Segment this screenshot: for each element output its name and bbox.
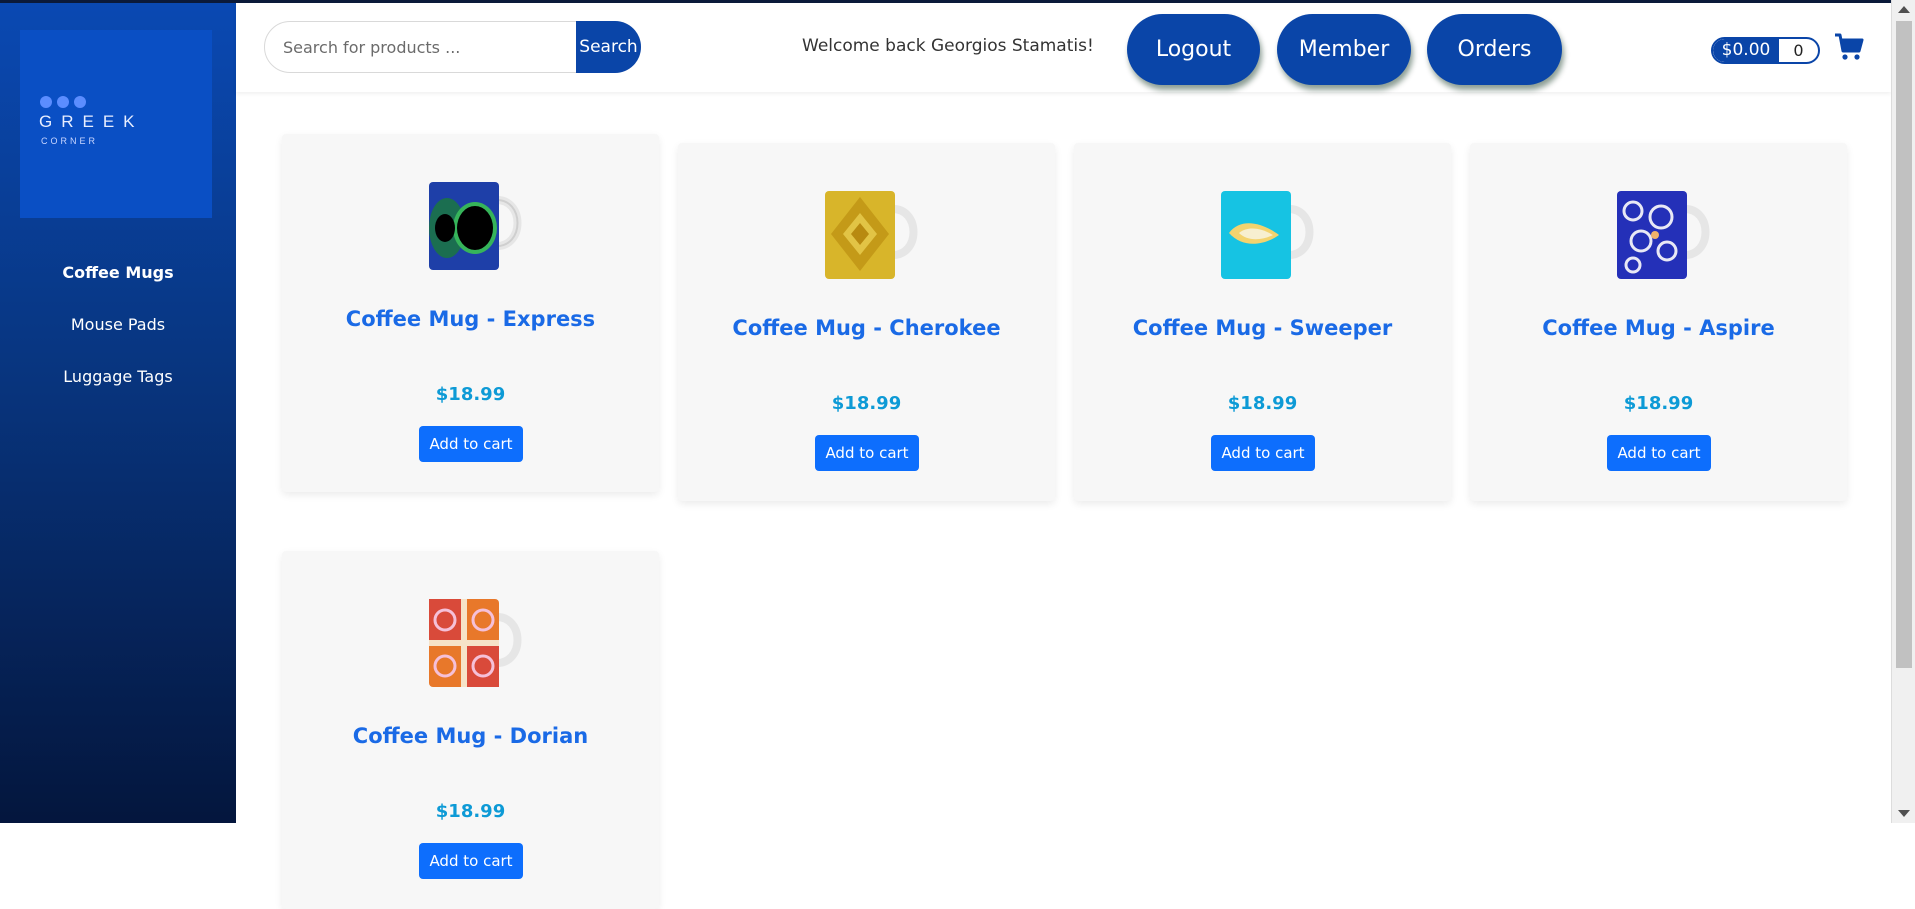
mug-image-sweeper [1221,191,1314,279]
mug-image-express [429,182,522,270]
product-price: $18.99 [435,801,506,822]
vertical-scrollbar[interactable] [1891,0,1915,823]
search-form: Search [264,21,641,73]
sidebar: GREEK CORNER Coffee Mugs Mouse Pads Lugg… [0,0,236,823]
sidebar-item-coffee-mugs[interactable]: Coffee Mugs [0,262,236,314]
mug-image-dorian [429,599,522,687]
top-bar: Search Welcome back Georgios Stamatis! L… [236,0,1891,92]
product-title[interactable]: Coffee Mug - Express [282,307,659,331]
cart-total: $0.00 [1713,39,1779,62]
logout-button[interactable]: Logout [1127,14,1260,85]
logo-subtitle: CORNER [41,136,99,146]
scroll-thumb[interactable] [1896,21,1912,668]
product-card: Coffee Mug - Dorian $18.99 Add to cart [282,551,659,909]
add-to-cart-button[interactable]: Add to cart [815,435,919,471]
mug-image-aspire [1617,191,1710,279]
product-price: $18.99 [1227,393,1298,414]
search-input[interactable] [265,22,577,72]
scroll-up-icon[interactable] [1898,6,1910,13]
search-button[interactable]: Search [576,21,641,73]
product-price: $18.99 [1623,393,1694,414]
product-price: $18.99 [831,393,902,414]
product-title[interactable]: Coffee Mug - Sweeper [1074,316,1451,340]
mug-image-cherokee [825,191,918,279]
product-card: Coffee Mug - Express $18.99 Add to cart [282,134,659,492]
cart-icon[interactable] [1834,33,1864,61]
member-button[interactable]: Member [1277,14,1411,85]
sidebar-item-mouse-pads[interactable]: Mouse Pads [0,314,236,366]
sidebar-item-luggage-tags[interactable]: Luggage Tags [0,366,236,418]
scroll-down-icon[interactable] [1898,810,1910,817]
cart-summary[interactable]: $0.00 0 [1711,37,1820,64]
logo-dots-icon [40,96,86,108]
add-to-cart-button[interactable]: Add to cart [1211,435,1315,471]
welcome-message: Welcome back Georgios Stamatis! [802,36,1094,56]
orders-button[interactable]: Orders [1427,14,1562,85]
product-card: Coffee Mug - Aspire $18.99 Add to cart [1470,143,1847,501]
product-title[interactable]: Coffee Mug - Dorian [282,724,659,748]
logo-word: GREEK [39,112,144,131]
logo[interactable]: GREEK CORNER [20,30,212,218]
add-to-cart-button[interactable]: Add to cart [419,426,523,462]
product-card: Coffee Mug - Sweeper $18.99 Add to cart [1074,143,1451,501]
product-title[interactable]: Coffee Mug - Cherokee [678,316,1055,340]
add-to-cart-button[interactable]: Add to cart [419,843,523,879]
product-card: Coffee Mug - Cherokee $18.99 Add to cart [678,143,1055,501]
category-nav: Coffee Mugs Mouse Pads Luggage Tags [0,262,236,418]
product-price: $18.99 [435,384,506,405]
product-title[interactable]: Coffee Mug - Aspire [1470,316,1847,340]
cart-count: 0 [1793,41,1804,60]
add-to-cart-button[interactable]: Add to cart [1607,435,1711,471]
product-grid: Coffee Mug - Express $18.99 Add to cart … [236,92,1891,909]
